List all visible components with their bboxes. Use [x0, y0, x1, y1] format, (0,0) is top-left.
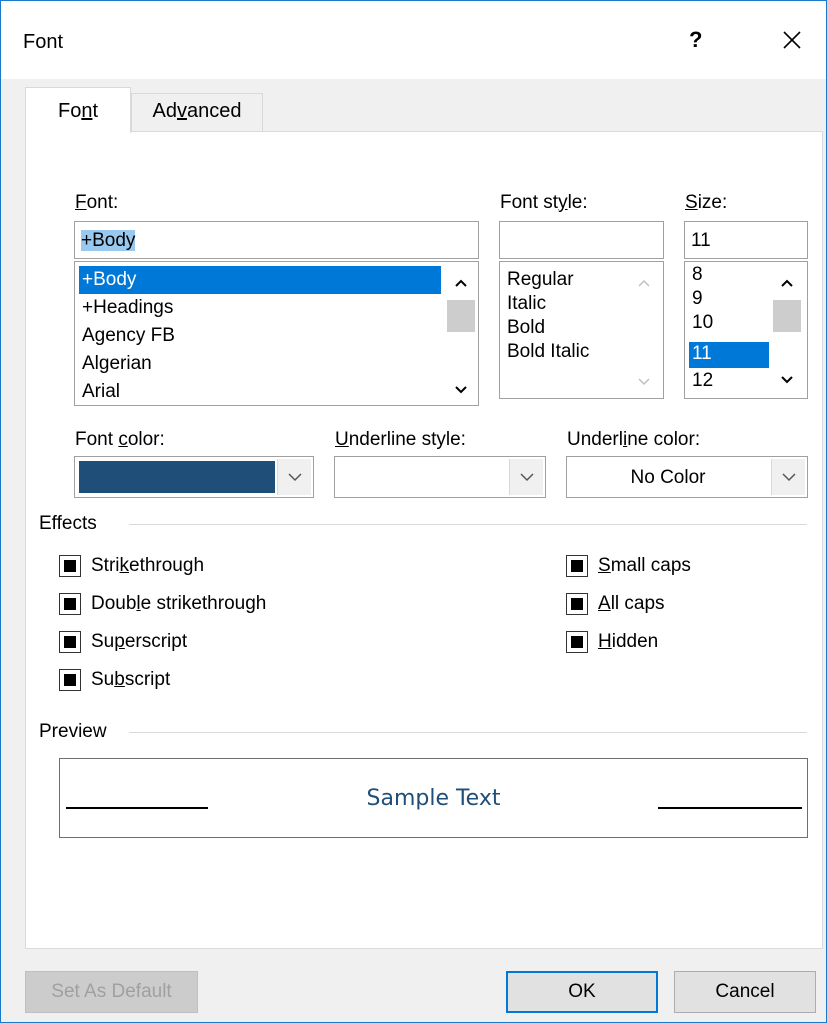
list-item[interactable]: Bold Italic	[504, 338, 589, 366]
font-dialog: Font ? Font Advanced Font: +Body +Body +…	[0, 0, 827, 1023]
superscript-checkbox[interactable]	[59, 631, 81, 653]
chevron-up-icon	[455, 279, 467, 287]
chevron-down-icon	[638, 378, 650, 386]
preview-heading: Preview	[39, 721, 107, 742]
underline-style-select[interactable]	[334, 456, 546, 498]
scroll-down-button[interactable]	[447, 376, 475, 402]
underline-style-dropdown-button[interactable]	[509, 459, 543, 495]
double-strikethrough-label[interactable]: Double strikethrough	[91, 593, 266, 615]
font-color-dropdown-button[interactable]	[277, 459, 311, 495]
tab-font[interactable]: Font	[25, 87, 131, 133]
scroll-up-button[interactable]	[630, 270, 658, 296]
size-input[interactable]: 11	[684, 221, 808, 259]
close-icon	[783, 31, 801, 49]
indeterminate-mark	[64, 598, 76, 610]
scrollbar-thumb[interactable]	[447, 300, 475, 332]
list-item[interactable]: 9	[689, 288, 703, 312]
list-item[interactable]: +Headings	[79, 294, 173, 322]
small-caps-checkbox[interactable]	[566, 555, 588, 577]
indeterminate-mark	[571, 560, 583, 572]
set-as-default-button[interactable]: Set As Default	[25, 971, 198, 1013]
hidden-label[interactable]: Hidden	[598, 631, 658, 653]
effects-heading: Effects	[39, 513, 97, 534]
hidden-checkbox[interactable]	[566, 631, 588, 653]
scroll-down-button[interactable]	[773, 366, 801, 392]
list-item[interactable]: 11	[689, 342, 769, 368]
underline-color-dropdown-button[interactable]	[771, 459, 805, 495]
font-style-label: Font style:	[500, 192, 588, 213]
list-item[interactable]: Algerian	[79, 350, 152, 378]
chevron-down-icon	[455, 386, 467, 394]
subscript-checkbox[interactable]	[59, 669, 81, 691]
underline-style-label: Underline style:	[335, 429, 466, 450]
tab-advanced-label: Advanced	[152, 100, 242, 122]
double-strikethrough-checkbox[interactable]	[59, 593, 81, 615]
superscript-label[interactable]: Superscript	[91, 631, 187, 653]
indeterminate-mark	[571, 636, 583, 648]
preview-baseline-right	[658, 807, 802, 809]
list-item[interactable]: 8	[689, 264, 703, 288]
subscript-label[interactable]: Subscript	[91, 669, 170, 691]
size-listbox[interactable]: 8 9 10 11 12	[684, 261, 808, 399]
dialog-title: Font	[23, 31, 64, 53]
tab-font-label: Font	[57, 100, 99, 122]
cancel-button[interactable]: Cancel	[674, 971, 816, 1013]
help-button[interactable]: ?	[689, 27, 702, 53]
all-caps-checkbox[interactable]	[566, 593, 588, 615]
list-item[interactable]: +Body	[79, 266, 441, 294]
underline-color-select[interactable]: No Color	[566, 456, 808, 498]
indeterminate-mark	[64, 560, 76, 572]
font-listbox[interactable]: +Body +Headings Agency FB Algerian Arial	[74, 261, 479, 406]
indeterminate-mark	[571, 598, 583, 610]
scroll-down-button[interactable]	[630, 368, 658, 394]
all-caps-label[interactable]: All caps	[598, 593, 665, 615]
chevron-down-icon	[520, 473, 534, 482]
list-item[interactable]: 12	[689, 368, 713, 394]
font-color-select[interactable]	[74, 456, 314, 498]
chevron-down-icon	[782, 473, 796, 482]
scroll-up-button[interactable]	[447, 270, 475, 296]
small-caps-label[interactable]: Small caps	[598, 555, 691, 577]
list-item[interactable]: Arial	[79, 378, 120, 405]
indeterminate-mark	[64, 674, 76, 686]
size-label: Size:	[685, 192, 728, 213]
chevron-down-icon	[781, 376, 793, 384]
tab-advanced[interactable]: Advanced	[131, 93, 263, 131]
strikethrough-checkbox[interactable]	[59, 555, 81, 577]
indeterminate-mark	[64, 636, 76, 648]
scrollbar-thumb[interactable]	[773, 300, 801, 332]
font-label: Font:	[75, 192, 119, 213]
chevron-up-icon	[781, 279, 793, 287]
font-input[interactable]: +Body	[74, 221, 479, 259]
font-color-swatch	[79, 461, 275, 493]
font-style-listbox[interactable]: Regular Italic Bold Bold Italic	[499, 261, 664, 399]
list-item[interactable]: 10	[689, 312, 713, 336]
title-bar: Font ?	[1, 1, 826, 79]
scroll-up-button[interactable]	[773, 270, 801, 296]
chevron-up-icon	[638, 279, 650, 287]
underline-color-label: Underline color:	[567, 429, 701, 450]
font-color-label: Font color:	[75, 429, 165, 450]
list-item[interactable]: Agency FB	[79, 322, 175, 350]
chevron-down-icon	[288, 473, 302, 482]
underline-color-value: No Color	[630, 467, 706, 488]
effects-divider	[129, 524, 807, 525]
font-input-value: +Body	[81, 230, 136, 251]
ok-button[interactable]: OK	[506, 971, 658, 1013]
font-style-input[interactable]	[499, 221, 664, 259]
size-input-value: 11	[691, 230, 711, 251]
preview-box: Sample Text	[59, 758, 808, 838]
preview-divider	[129, 732, 807, 733]
strikethrough-label[interactable]: Strikethrough	[91, 555, 204, 577]
close-button[interactable]	[777, 25, 807, 55]
